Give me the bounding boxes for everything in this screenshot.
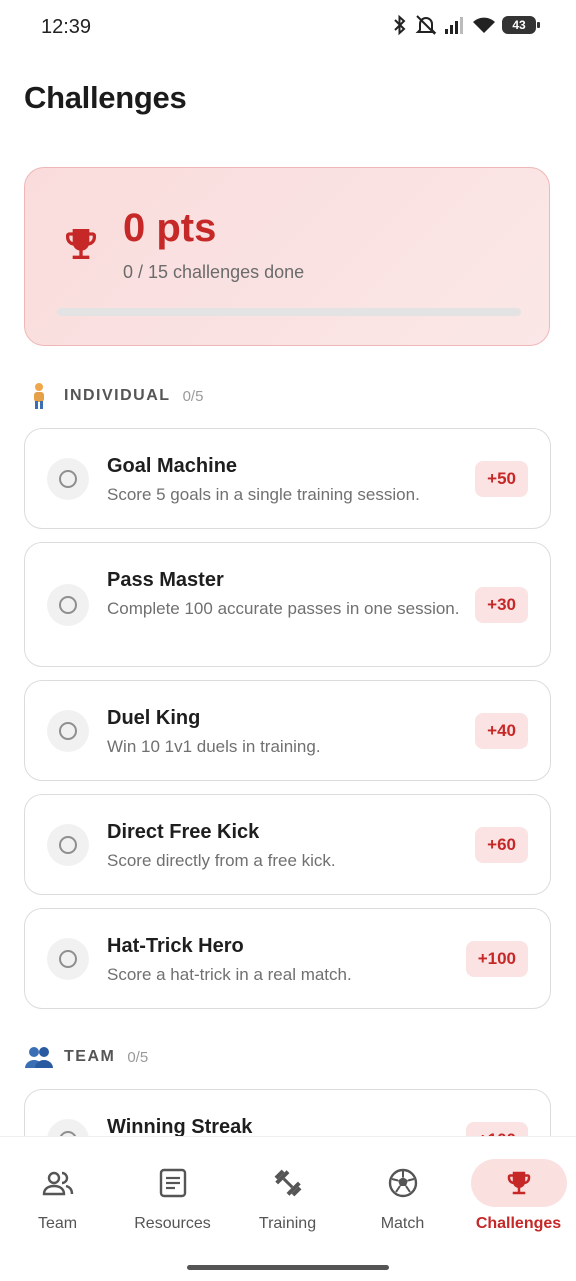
radio-circle-icon <box>59 470 77 488</box>
points-badge: +40 <box>475 713 528 749</box>
page-title: Challenges <box>24 80 187 115</box>
nav-item-training[interactable]: Training <box>230 1137 345 1237</box>
challenge-title: Goal Machine <box>107 455 238 477</box>
status-icons: 43 <box>392 14 540 36</box>
radio-circle-icon <box>59 722 77 740</box>
challenge-card-hat-trick-hero[interactable]: Hat-Trick Hero Score a hat-trick in a re… <box>24 908 551 1009</box>
section-count: 0/5 <box>182 387 204 405</box>
challenge-card-direct-free-kick[interactable]: Direct Free Kick Score directly from a f… <box>24 794 551 895</box>
wifi-icon <box>472 15 496 35</box>
points-total: 0 pts <box>123 206 217 250</box>
progress-bar <box>57 308 521 316</box>
challenge-title: Pass Master <box>107 569 224 591</box>
signal-icon <box>444 15 466 35</box>
checkbox-toggle[interactable] <box>47 584 89 626</box>
section-header-individual: INDIVIDUAL 0/5 <box>24 381 203 411</box>
battery-icon: 43 <box>502 16 540 34</box>
trophy-icon <box>61 224 101 269</box>
challenge-title: Duel King <box>107 707 201 729</box>
challenge-title: Winning Streak <box>107 1116 253 1136</box>
nav-label: Team <box>37 1215 78 1232</box>
radio-circle-icon <box>59 596 77 614</box>
challenge-description: Score a hat-trick in a real match. <box>107 965 352 984</box>
status-time: 12:39 <box>41 16 92 38</box>
checkbox-toggle[interactable] <box>47 458 89 500</box>
person-icon <box>24 381 54 411</box>
points-badge: +60 <box>475 827 528 863</box>
nav-item-challenges[interactable]: Challenges <box>461 1137 576 1237</box>
soccer-ball-icon <box>355 1159 451 1207</box>
nav-item-team[interactable]: Team <box>0 1137 115 1237</box>
nav-item-match[interactable]: Match <box>345 1137 460 1237</box>
team-icon <box>10 1159 106 1207</box>
points-badge: +30 <box>475 587 528 623</box>
challenge-card-duel-king[interactable]: Duel King Win 10 1v1 duels in training. … <box>24 680 551 781</box>
checkbox-toggle[interactable] <box>47 1119 89 1136</box>
challenge-title: Hat-Trick Hero <box>107 935 244 957</box>
points-badge: +100 <box>465 1122 528 1136</box>
radio-circle-icon <box>59 836 77 854</box>
section-label: INDIVIDUAL <box>64 387 171 404</box>
bluetooth-icon <box>392 14 408 36</box>
challenge-card-pass-master[interactable]: Pass Master Complete 100 accurate passes… <box>24 542 551 667</box>
score-card: 0 pts 0 / 15 challenges done <box>24 167 550 346</box>
points-badge: +100 <box>465 941 528 977</box>
challenges-progress-text: 0 / 15 challenges done <box>123 262 305 282</box>
nav-label: Match <box>380 1215 425 1232</box>
bottom-navigation: Team Resources Training Match Challenges <box>0 1136 576 1281</box>
gesture-home-bar[interactable] <box>187 1265 389 1270</box>
document-icon <box>125 1159 221 1207</box>
challenge-description: Win 10 1v1 duels in training. <box>107 737 321 756</box>
challenge-card-winning-streak[interactable]: Winning Streak +100 <box>24 1089 551 1136</box>
trophy-icon <box>470 1159 567 1207</box>
nav-item-resources[interactable]: Resources <box>115 1137 230 1237</box>
nav-label: Resources <box>134 1215 211 1232</box>
challenge-description: Complete 100 accurate passes in one sess… <box>107 599 460 618</box>
mute-bell-icon <box>414 14 438 36</box>
radio-circle-icon <box>59 950 77 968</box>
challenge-title: Direct Free Kick <box>107 821 260 843</box>
challenge-description: Score directly from a free kick. <box>107 851 336 870</box>
scroll-clip: Winning Streak +100 <box>0 1040 576 1136</box>
dumbbell-icon <box>240 1159 336 1207</box>
challenge-card-goal-machine[interactable]: Goal Machine Score 5 goals in a single t… <box>24 428 551 529</box>
checkbox-toggle[interactable] <box>47 938 89 980</box>
points-badge: +50 <box>475 461 528 497</box>
nav-label: Training <box>258 1215 317 1232</box>
challenge-description: Score 5 goals in a single training sessi… <box>107 485 420 504</box>
checkbox-toggle[interactable] <box>47 824 89 866</box>
nav-label: Challenges <box>475 1215 562 1232</box>
checkbox-toggle[interactable] <box>47 710 89 752</box>
status-bar: 12:39 43 <box>0 0 576 56</box>
